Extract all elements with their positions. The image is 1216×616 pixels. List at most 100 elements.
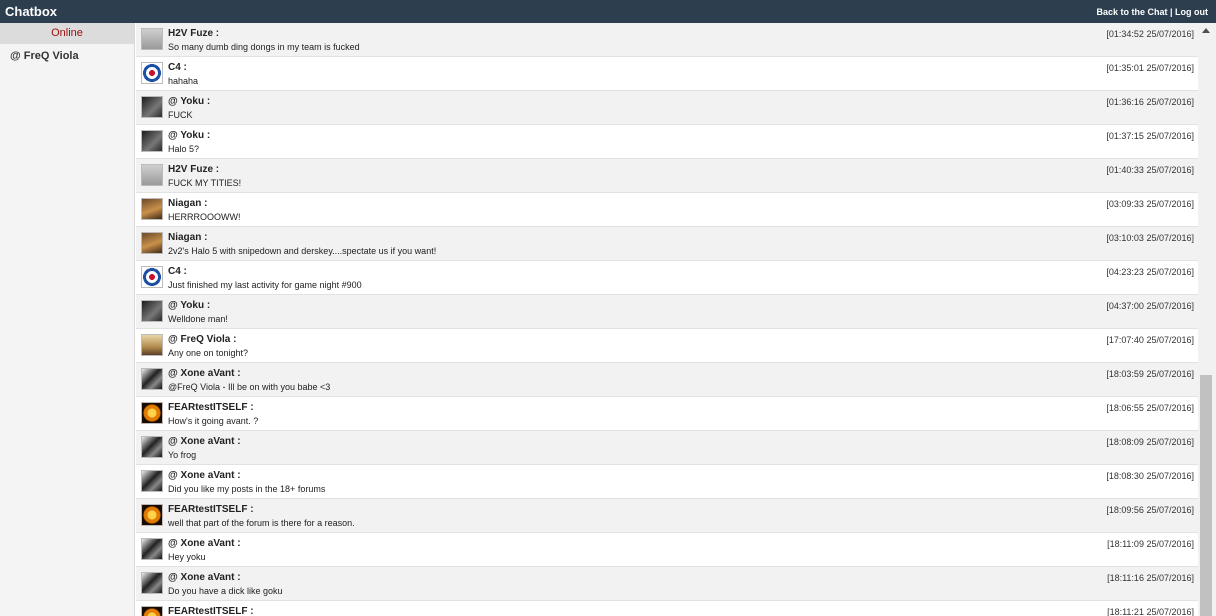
user-avatar-icon[interactable] <box>141 266 163 288</box>
chat-message: @ Yoku : FUCK [01:36:16 25/07/2016] <box>136 91 1198 125</box>
online-header: Online <box>0 23 134 44</box>
chat-message: @ Xone aVant : Hey yoku [18:11:09 25/07/20… <box>136 533 1198 567</box>
message-text: Just finished my last activity for game … <box>168 280 362 290</box>
message-text: HERRROOOWW! <box>168 212 241 222</box>
app-title: Chatbox <box>5 4 57 19</box>
chat-message: FEARtestITSELF : well that part of the fo… <box>136 499 1198 533</box>
user-avatar-icon[interactable] <box>141 606 163 616</box>
online-sidebar: Online @ FreQ Viola <box>0 23 135 616</box>
user-avatar-icon[interactable] <box>141 538 163 560</box>
message-text: Welldone man! <box>168 314 228 324</box>
message-text: Halo 5? <box>168 144 200 154</box>
chat-message: FEARtestITSELF : How's it going avant. ? [… <box>136 397 1198 431</box>
logout-link[interactable]: Log out <box>1175 7 1208 17</box>
message-author[interactable]: @ Xone aVant : <box>168 470 241 481</box>
message-text: FUCK <box>168 110 193 120</box>
message-text: well that part of the forum is there for… <box>168 518 355 528</box>
message-text: Did you like my posts in the 18+ forums <box>168 484 326 494</box>
message-author[interactable]: @ Xone aVant : <box>168 368 241 379</box>
message-author[interactable]: C4 : <box>168 266 187 277</box>
message-author[interactable]: @ Xone aVant : <box>168 572 241 583</box>
chat-message: C4 : Just finished my last activity for g… <box>136 261 1198 295</box>
message-text: FUCK MY TITIES! <box>168 178 242 188</box>
user-avatar-icon[interactable] <box>141 130 163 152</box>
message-timestamp: [01:36:16 25/07/2016] <box>1106 97 1194 107</box>
message-author[interactable]: Niagan : <box>168 198 207 209</box>
message-timestamp: [18:11:21 25/07/2016] <box>1107 607 1194 616</box>
user-avatar-icon[interactable] <box>141 504 163 526</box>
chat-message: H2V Fuze : FUCK MY TITIES! [01:40:33 25/07… <box>136 159 1198 193</box>
user-avatar-icon[interactable] <box>141 96 163 118</box>
back-to-chat-link[interactable]: Back to the Chat <box>1096 7 1167 17</box>
message-author[interactable]: FEARtestITSELF : <box>168 504 254 515</box>
message-timestamp: [18:11:16 25/07/2016] <box>1107 573 1194 583</box>
message-author[interactable]: H2V Fuze : <box>168 164 219 175</box>
chat-message: @ Xone aVant : Did you like my posts in t… <box>136 465 1198 499</box>
user-avatar-icon[interactable] <box>141 572 163 594</box>
message-timestamp: [01:37:15 25/07/2016] <box>1106 131 1194 141</box>
message-text: hahaha <box>168 76 199 86</box>
message-timestamp: [18:09:56 25/07/2016] <box>1106 505 1194 515</box>
message-text: Do you have a dick like goku <box>168 586 283 596</box>
chat-message: Niagan : 2v2's Halo 5 with snipedown and … <box>136 227 1198 261</box>
message-author[interactable]: @ Xone aVant : <box>168 538 241 549</box>
scrollbar-thumb[interactable] <box>1200 375 1212 616</box>
chat-message: @ Yoku : Halo 5? [01:37:15 25/07/2016] <box>136 125 1198 159</box>
header-links: Back to the Chat | Log out <box>1096 7 1208 17</box>
message-text: So many dumb ding dongs in my team is fu… <box>168 42 360 52</box>
message-author[interactable]: H2V Fuze : <box>168 28 219 39</box>
message-text: Any one on tonight? <box>168 348 249 358</box>
message-author[interactable]: Niagan : <box>168 232 207 243</box>
message-timestamp: [01:35:01 25/07/2016] <box>1106 63 1194 73</box>
chat-message: FEARtestITSELF : [18:11:21 25/07/2016] <box>136 601 1198 616</box>
user-avatar-icon[interactable] <box>141 470 163 492</box>
user-avatar-icon[interactable] <box>141 334 163 356</box>
message-author[interactable]: @ Yoku : <box>168 130 210 141</box>
message-timestamp: [04:37:00 25/07/2016] <box>1106 301 1194 311</box>
message-timestamp: [17:07:40 25/07/2016] <box>1106 335 1194 345</box>
message-timestamp: [04:23:23 25/07/2016] <box>1106 267 1194 277</box>
link-separator: | <box>1167 7 1175 17</box>
message-author[interactable]: @ Yoku : <box>168 96 210 107</box>
message-author[interactable]: FEARtestITSELF : <box>168 606 254 616</box>
message-text: @FreQ Viola - Ill be on with you babe <3 <box>168 382 331 392</box>
message-author[interactable]: @ Yoku : <box>168 300 210 311</box>
message-author[interactable]: @ Xone aVant : <box>168 436 241 447</box>
message-timestamp: [01:34:52 25/07/2016] <box>1106 29 1194 39</box>
user-avatar-icon[interactable] <box>141 232 163 254</box>
chat-message: H2V Fuze : So many dumb ding dongs in my … <box>136 23 1198 57</box>
user-avatar-icon[interactable] <box>141 300 163 322</box>
message-list[interactable]: H2V Fuze : So many dumb ding dongs in my … <box>136 23 1198 616</box>
user-avatar-icon[interactable] <box>141 28 163 50</box>
message-text: How's it going avant. ? <box>168 416 259 426</box>
message-timestamp: [18:06:55 25/07/2016] <box>1106 403 1194 413</box>
message-text: Hey yoku <box>168 552 206 562</box>
chat-message: @ Xone aVant : Do you have a dick like go… <box>136 567 1198 601</box>
scrollbar[interactable] <box>1198 23 1216 616</box>
message-author[interactable]: @ FreQ Viola : <box>168 334 236 345</box>
user-avatar-icon[interactable] <box>141 402 163 424</box>
message-timestamp: [18:08:09 25/07/2016] <box>1106 437 1194 447</box>
top-bar: Chatbox Back to the Chat | Log out <box>0 0 1216 23</box>
chat-message: Niagan : HERRROOOWW! [03:09:33 25/07/2016] <box>136 193 1198 227</box>
message-author[interactable]: FEARtestITSELF : <box>168 402 254 413</box>
message-timestamp: [03:10:03 25/07/2016] <box>1106 233 1194 243</box>
user-avatar-icon[interactable] <box>141 164 163 186</box>
chat-message: @ Yoku : Welldone man! [04:37:00 25/07/201… <box>136 295 1198 329</box>
online-user[interactable]: @ FreQ Viola <box>0 44 134 62</box>
chat-message: @ Xone aVant : Yo frog [18:08:09 25/07/201… <box>136 431 1198 465</box>
message-timestamp: [18:08:30 25/07/2016] <box>1106 471 1194 481</box>
message-text: 2v2's Halo 5 with snipedown and derskey.… <box>168 246 437 256</box>
message-timestamp: [01:40:33 25/07/2016] <box>1106 165 1194 175</box>
message-timestamp: [18:11:09 25/07/2016] <box>1107 539 1194 549</box>
chat-message: C4 : hahaha [01:35:01 25/07/2016] <box>136 57 1198 91</box>
chat-message: @ FreQ Viola : Any one on tonight? [17:07:… <box>136 329 1198 363</box>
scroll-up-arrow-icon[interactable] <box>1202 28 1210 33</box>
chat-message: @ Xone aVant : @FreQ Viola - Ill be on wi… <box>136 363 1198 397</box>
user-avatar-icon[interactable] <box>141 198 163 220</box>
message-text: Yo frog <box>168 450 197 460</box>
user-avatar-icon[interactable] <box>141 368 163 390</box>
message-author[interactable]: C4 : <box>168 62 187 73</box>
user-avatar-icon[interactable] <box>141 62 163 84</box>
user-avatar-icon[interactable] <box>141 436 163 458</box>
